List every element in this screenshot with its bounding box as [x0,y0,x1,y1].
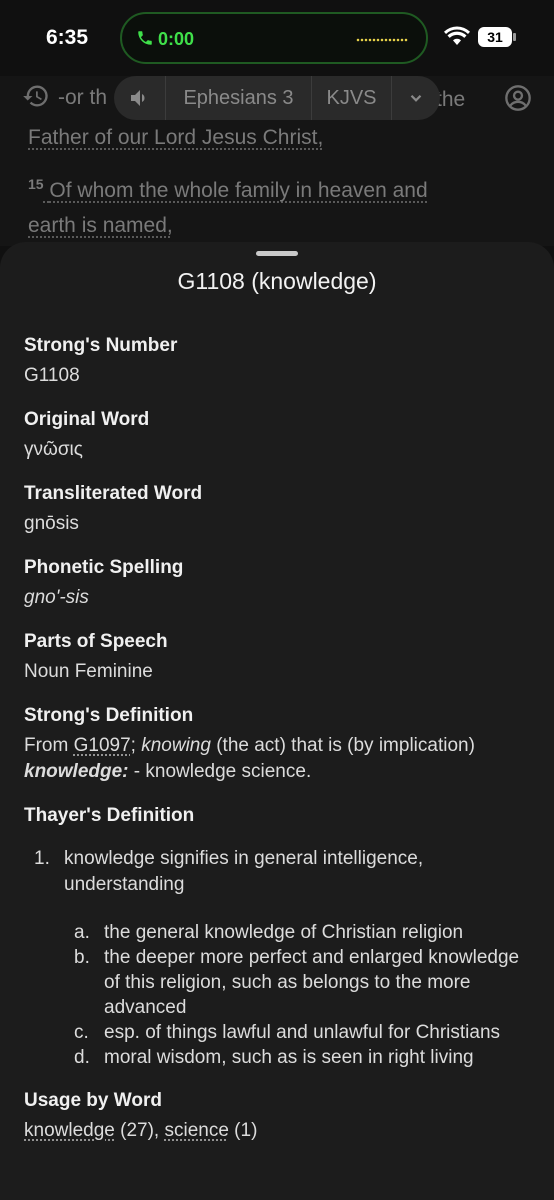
sub-list: a. the general knowledge of Christian re… [24,920,534,1070]
version-selector[interactable]: KJVS [312,76,392,120]
wifi-icon [444,26,470,45]
sub-list-item: c. esp. of things lawful and unlawful fo… [64,1020,534,1045]
field-label: Strong's Number [24,335,178,356]
field-label: Thayer's Definition [24,805,195,826]
drag-handle[interactable] [256,251,298,256]
list-number: 1. [34,848,50,869]
clock: 6:35 [46,26,89,49]
sub-list-letter: c. [74,1022,89,1043]
call-timer: 0:00 [158,29,195,49]
usage-count: (1) [228,1120,258,1141]
audio-wave-icon [356,38,408,42]
sub-list-item: d. moral wisdom, such as is seen in righ… [64,1045,534,1070]
field-label: Original Word [24,409,150,430]
strongs-reference-link[interactable]: G1097 [74,735,131,756]
verse-line: earth is named, [28,214,173,237]
strongs-definition-text: From G1097; knowing (the act) that is (b… [24,733,534,785]
battery-tip [513,33,516,41]
ongoing-call-pill[interactable]: 0:00 [120,12,428,64]
history-icon[interactable] [22,82,50,110]
def-text: (the act) that is (by implication) [210,735,475,756]
verse-fragment: -or th [58,86,108,109]
usage-by-word-field: Usage by Word knowledge (27), science (1… [24,1089,534,1144]
field-label: Parts of Speech [24,631,168,652]
def-text: ; [130,735,142,756]
field-label: Transliterated Word [24,483,203,504]
verse-line: Father of our Lord Jesus Christ, [28,126,324,149]
sub-list-letter: a. [74,922,90,943]
usage-count: (27), [114,1120,165,1141]
def-text: From [24,735,74,756]
strongs-content: Strong's Number G1108 Original Word γνῶσ… [24,334,534,1163]
sub-list-letter: b. [74,947,90,968]
def-text: - knowledge science. [128,761,312,782]
verse-15-line: 15 Of whom the whole family in heaven an… [28,176,428,203]
parts-of-speech-field: Parts of Speech Noun Feminine [24,630,534,685]
field-value: gno'-sis [24,587,89,608]
book-chapter-selector[interactable]: Ephesians 3 [166,76,312,120]
speaker-icon [130,90,144,106]
strongs-bottom-sheet: G1108 (knowledge) Strong's Number G1108 … [0,242,554,1200]
verse-number: 15 [28,176,44,192]
field-value: gnōsis [24,513,79,534]
def-emphasis: knowing [141,735,211,756]
sub-list-text: moral wisdom, such as is seen in right l… [104,1047,474,1068]
sub-list-text: esp. of things lawful and unlawful for C… [104,1022,501,1043]
original-word-field: Original Word γνῶσις [24,408,534,463]
usage-word-link[interactable]: knowledge [24,1120,115,1141]
thayer-list: 1. knowledge signifies in general intell… [24,846,534,1070]
transliterated-word-field: Transliterated Word gnōsis [24,482,534,537]
field-label: Strong's Definition [24,705,194,726]
strongs-definition-field: Strong's Definition From G1097; knowing … [24,704,534,785]
list-item-text: knowledge signifies in general intellige… [64,848,424,895]
verse-fragment-tail: the [436,88,466,111]
audio-button[interactable] [114,76,166,120]
field-label: Phonetic Spelling [24,557,184,578]
sub-list-item: b. the deeper more perfect and enlarged … [64,945,534,1020]
list-item: 1. knowledge signifies in general intell… [24,846,534,898]
field-value: γνῶσις [24,439,83,460]
sub-list-letter: d. [74,1047,90,1068]
account-icon[interactable] [504,84,532,112]
field-value: G1108 [24,365,80,386]
verse-15-text: Of whom the whole family in heaven and [49,179,428,202]
field-label: Usage by Word [24,1090,162,1111]
passage-toolbar: Ephesians 3 KJVS [114,76,440,120]
sub-list-text: the deeper more perfect and enlarged kno… [104,947,520,1018]
strongs-number-field: Strong's Number G1108 [24,334,534,389]
usage-values: knowledge (27), science (1) [24,1118,534,1144]
sheet-title: G1108 (knowledge) [177,268,377,294]
battery-indicator: 31 [478,27,512,47]
status-bar: 6:35 0:00 31 [0,0,554,76]
sub-list-item: a. the general knowledge of Christian re… [64,920,534,945]
thayers-definition-field: Thayer's Definition 1. knowledge signifi… [24,804,534,1070]
dropdown-button[interactable] [392,76,440,120]
chevron-down-icon [410,94,422,102]
field-value: Noun Feminine [24,661,153,682]
sub-list-text: the general knowledge of Christian relig… [104,922,464,943]
def-strong-emphasis: knowledge: [24,761,129,782]
phonetic-spelling-field: Phonetic Spelling gno'-sis [24,556,534,611]
usage-word-link[interactable]: science [164,1120,228,1141]
bible-reader-background: -or th the Ephesians 3 KJVS Father of ou… [0,76,554,246]
phone-icon [138,31,152,45]
